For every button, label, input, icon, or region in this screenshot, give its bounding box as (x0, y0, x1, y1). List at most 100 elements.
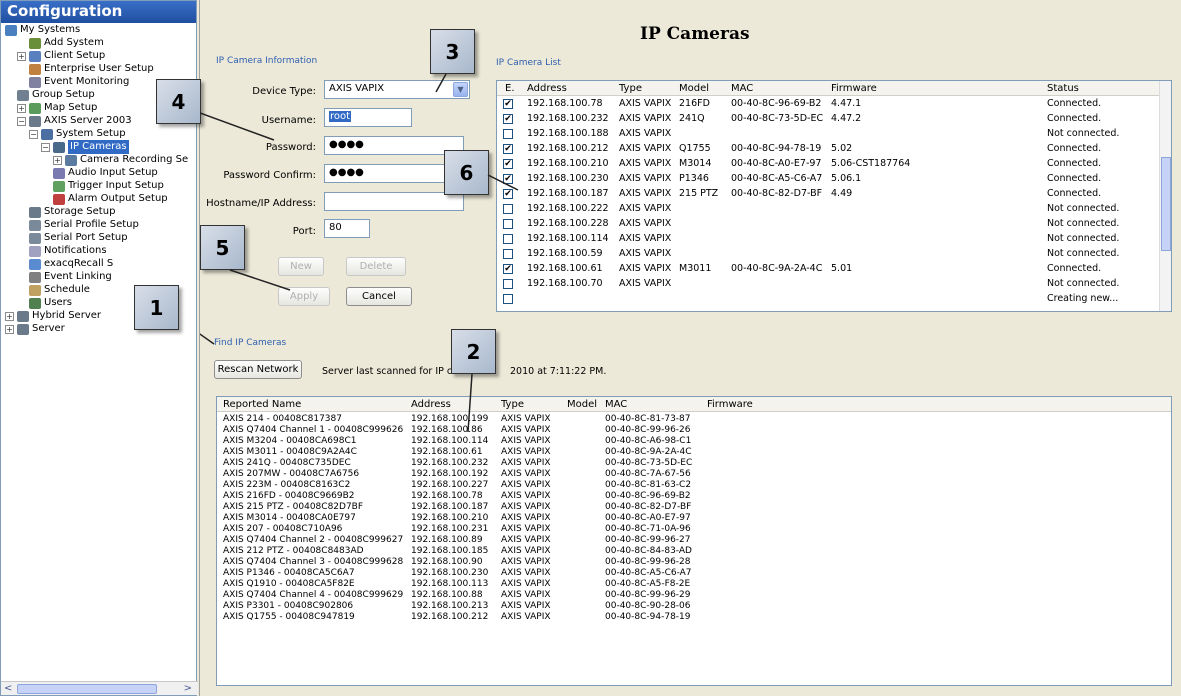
found-camera-row[interactable]: AXIS M3204 - 00408CA698C1 192.168.100.114… (217, 436, 1171, 447)
col-type[interactable]: Type (501, 397, 524, 412)
enable-checkbox[interactable]: ✔ (503, 159, 513, 169)
col-reported-name[interactable]: Reported Name (223, 397, 301, 412)
camera-row[interactable]: ✔ 192.168.100.212 AXIS VAPIX Q1755 00-40-8C-… (497, 142, 1157, 156)
new-button[interactable]: New (278, 257, 324, 276)
enable-checkbox[interactable] (503, 294, 513, 304)
camera-row[interactable]: 192.168.100.228 AXIS VAPIX Not connected. (497, 217, 1157, 231)
apply-button[interactable]: Apply (278, 287, 330, 306)
found-camera-row[interactable]: AXIS Q7404 Channel 4 - 00408C999629 192.1… (217, 590, 1171, 601)
expand-icon[interactable]: + (17, 51, 26, 61)
device-type-select[interactable]: AXIS VAPIX ▼ (324, 80, 470, 99)
sidebar-item-ip-cameras[interactable]: − IP Cameras (41, 140, 129, 154)
found-camera-row[interactable]: AXIS 207 - 00408C710A96 192.168.100.231 AX… (217, 524, 1171, 535)
sidebar-item-users[interactable]: Users (29, 296, 72, 310)
camera-row[interactable]: ✔ 192.168.100.230 AXIS VAPIX P1346 00-40-8C-… (497, 172, 1157, 186)
camera-row[interactable]: ✔ 192.168.100.187 AXIS VAPIX 215 PTZ 00-40-8… (497, 187, 1157, 201)
found-camera-row[interactable]: AXIS P1346 - 00408CA5C6A7 192.168.100.230… (217, 568, 1171, 579)
username-field[interactable]: root (324, 108, 412, 127)
password-confirm-field[interactable]: ●●●● (324, 164, 464, 183)
enable-checkbox[interactable]: ✔ (503, 114, 513, 124)
expand-icon[interactable]: + (53, 155, 62, 165)
col-type[interactable]: Type (619, 81, 642, 96)
camera-row[interactable]: 192.168.100.114 AXIS VAPIX Not connected. (497, 232, 1157, 246)
sidebar-item-my-systems[interactable]: My Systems (5, 23, 80, 37)
col-model[interactable]: Model (567, 397, 597, 412)
sidebar-item-schedule[interactable]: Schedule (29, 283, 90, 297)
chevron-down-icon[interactable]: ▼ (453, 82, 468, 97)
sidebar-item-hybrid-server[interactable]: + Hybrid Server (5, 309, 101, 323)
sidebar-item-notifications[interactable]: Notifications (29, 244, 107, 258)
sidebar-item-server[interactable]: + Server (5, 322, 65, 336)
col-status[interactable]: Status (1047, 81, 1079, 96)
sidebar-item-axis-server-2003[interactable]: − AXIS Server 2003 (17, 114, 132, 128)
camera-row[interactable]: 192.168.100.59 AXIS VAPIX Not connected. (497, 247, 1157, 261)
sidebar-item-storage-setup[interactable]: Storage Setup (29, 205, 115, 219)
sidebar-item-audio-input-setup[interactable]: Audio Input Setup (53, 166, 158, 180)
found-camera-row[interactable]: AXIS Q7404 Channel 1 - 00408C999626 192.1… (217, 425, 1171, 436)
scrollbar-thumb[interactable] (17, 684, 157, 694)
expand-icon[interactable]: + (5, 311, 14, 321)
col-address[interactable]: Address (527, 81, 567, 96)
password-field[interactable]: ●●●● (324, 136, 464, 155)
camera-list-scrollbar[interactable] (1159, 81, 1171, 311)
rescan-network-button[interactable]: Rescan Network (214, 360, 302, 379)
camera-row[interactable]: 192.168.100.188 AXIS VAPIX Not connected. (497, 127, 1157, 141)
found-camera-row[interactable]: AXIS 207MW - 00408C7A6756 192.168.100.192… (217, 469, 1171, 480)
sidebar-item-alarm-output-setup[interactable]: Alarm Output Setup (53, 192, 168, 206)
sidebar-horizontal-scrollbar[interactable]: < > (1, 681, 198, 695)
found-camera-row[interactable]: AXIS M3011 - 00408C9A2A4C 192.168.100.61 A… (217, 447, 1171, 458)
found-camera-row[interactable]: AXIS M3014 - 00408CA0E797 192.168.100.210… (217, 513, 1171, 524)
expand-icon[interactable]: + (17, 103, 26, 113)
found-camera-row[interactable]: AXIS Q1755 - 00408C947819 192.168.100.212… (217, 612, 1171, 623)
found-camera-row[interactable]: AXIS Q7404 Channel 3 - 00408C999628 192.1… (217, 557, 1171, 568)
sidebar-item-enterprise-user-setup[interactable]: Enterprise User Setup (29, 62, 154, 76)
enable-checkbox[interactable] (503, 279, 513, 289)
cancel-button[interactable]: Cancel (346, 287, 412, 306)
collapse-icon[interactable]: − (17, 116, 26, 126)
sidebar-item-system-setup[interactable]: − System Setup (29, 127, 126, 141)
camera-row[interactable]: 192.168.100.70 AXIS VAPIX Not connected. (497, 277, 1157, 291)
scroll-left-icon[interactable]: < (4, 683, 12, 694)
camera-row[interactable]: 192.168.100.222 AXIS VAPIX Not connected. (497, 202, 1157, 216)
enable-checkbox[interactable] (503, 234, 513, 244)
camera-row[interactable]: ✔ 192.168.100.232 AXIS VAPIX 241Q 00-40-8C-7… (497, 112, 1157, 126)
col-address[interactable]: Address (411, 397, 451, 412)
enable-checkbox[interactable]: ✔ (503, 264, 513, 274)
found-camera-row[interactable]: AXIS 216FD - 00408C9669B2 192.168.100.78 A… (217, 491, 1171, 502)
enable-checkbox[interactable]: ✔ (503, 99, 513, 109)
enable-checkbox[interactable] (503, 219, 513, 229)
found-camera-row[interactable]: AXIS 215 PTZ - 00408C82D7BF 192.168.100.1… (217, 502, 1171, 513)
collapse-icon[interactable]: − (29, 129, 38, 139)
camera-row[interactable]: ✔ 192.168.100.61 AXIS VAPIX M3011 00-40-8C-9… (497, 262, 1157, 276)
enable-checkbox[interactable]: ✔ (503, 144, 513, 154)
sidebar-item-client-setup[interactable]: + Client Setup (17, 49, 105, 63)
scrollbar-thumb[interactable] (1161, 157, 1171, 251)
camera-row[interactable]: Creating new... (497, 292, 1157, 306)
sidebar-item-event-monitoring[interactable]: Event Monitoring (29, 75, 129, 89)
found-camera-row[interactable]: AXIS Q7404 Channel 2 - 00408C999627 192.1… (217, 535, 1171, 546)
found-camera-row[interactable]: AXIS 214 - 00408C817387 192.168.100.199 AX… (217, 414, 1171, 425)
found-camera-row[interactable]: AXIS 223M - 00408C8163C2 192.168.100.227 A… (217, 480, 1171, 491)
found-camera-row[interactable]: AXIS 241Q - 00408C735DEC 192.168.100.232 A… (217, 458, 1171, 469)
col-mac[interactable]: MAC (605, 397, 627, 412)
enable-checkbox[interactable] (503, 204, 513, 214)
sidebar-item-serial-port-setup[interactable]: Serial Port Setup (29, 231, 128, 245)
hostname-field[interactable] (324, 192, 464, 211)
enable-checkbox[interactable] (503, 129, 513, 139)
port-field[interactable]: 80 (324, 219, 370, 238)
found-camera-row[interactable]: AXIS Q1910 - 00408CA5F82E 192.168.100.113… (217, 579, 1171, 590)
enable-checkbox[interactable]: ✔ (503, 189, 513, 199)
found-camera-row[interactable]: AXIS 212 PTZ - 00408C8483AD 192.168.100.1… (217, 546, 1171, 557)
sidebar-item-add-system[interactable]: Add System (29, 36, 104, 50)
sidebar-item-trigger-input-setup[interactable]: Trigger Input Setup (53, 179, 164, 193)
sidebar-item-map-setup[interactable]: + Map Setup (17, 101, 97, 115)
col-enabled[interactable]: E. (505, 81, 515, 96)
camera-row[interactable]: ✔ 192.168.100.210 AXIS VAPIX M3014 00-40-8C-… (497, 157, 1157, 171)
sidebar-item-group-setup[interactable]: Group Setup (17, 88, 95, 102)
enable-checkbox[interactable] (503, 249, 513, 259)
col-firmware[interactable]: Firmware (831, 81, 877, 96)
sidebar-item-exacqrecall-s[interactable]: exacqRecall S (29, 257, 113, 271)
col-mac[interactable]: MAC (731, 81, 753, 96)
sidebar-item-serial-profile-setup[interactable]: Serial Profile Setup (29, 218, 139, 232)
delete-button[interactable]: Delete (346, 257, 406, 276)
